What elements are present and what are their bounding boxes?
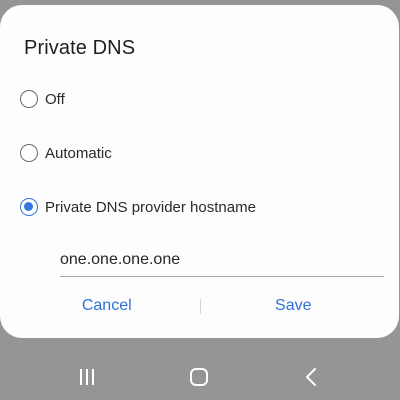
dialog-actions: Cancel Save [14,292,386,320]
cancel-button[interactable]: Cancel [14,297,200,315]
save-button[interactable]: Save [201,297,387,315]
home-icon[interactable] [184,366,214,388]
navigation-bar [0,352,400,400]
radio-button-provider-hostname[interactable] [20,198,38,216]
back-icon[interactable] [296,366,326,388]
option-automatic[interactable]: Automatic [20,141,112,165]
radio-button-automatic[interactable] [20,144,38,162]
dialog-title: Private DNS [24,37,136,59]
option-off-label: Off [45,90,65,108]
private-dns-dialog: Private DNS Off Automatic Private DNS pr… [0,5,399,338]
hostname-input[interactable] [60,243,384,277]
recents-icon[interactable] [72,366,102,388]
option-provider-hostname[interactable]: Private DNS provider hostname [20,195,256,219]
option-off[interactable]: Off [20,87,65,111]
option-automatic-label: Automatic [45,144,112,162]
radio-button-off[interactable] [20,90,38,108]
screen: Private DNS Off Automatic Private DNS pr… [0,0,400,400]
option-provider-hostname-label: Private DNS provider hostname [45,198,256,216]
